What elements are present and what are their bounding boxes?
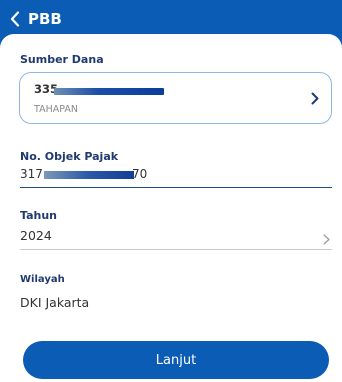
account-type: TAHAPAN [34,104,78,115]
year-selector[interactable]: 2024 [20,224,332,250]
source-account-selector[interactable]: 335 TAHAPAN [19,72,332,124]
chevron-left-icon [10,11,20,27]
pbb-payment-screen: PBB Sumber Dana 335 TAHAPAN No. Objek Pa… [0,0,342,382]
tax-object-number-suffix: 70 [132,167,148,181]
tax-object-number-label: No. Objek Pajak [20,150,119,163]
region-label: Wilayah [20,274,65,285]
tax-object-number-field[interactable]: 317 70 [20,164,332,188]
chevron-right-icon [323,230,330,249]
source-of-funds-label: Sumber Dana [20,53,104,66]
account-number-redaction [54,88,164,95]
tax-object-number-prefix: 317 [20,167,43,181]
tax-object-number-redaction [44,171,134,179]
back-button[interactable]: PBB [10,6,62,32]
page-title: PBB [28,10,62,28]
continue-button[interactable]: Lanjut [23,341,329,379]
year-label: Tahun [20,209,58,222]
year-value: 2024 [20,228,52,243]
region-value: DKI Jakarta [20,295,90,310]
chevron-right-icon [311,90,319,109]
